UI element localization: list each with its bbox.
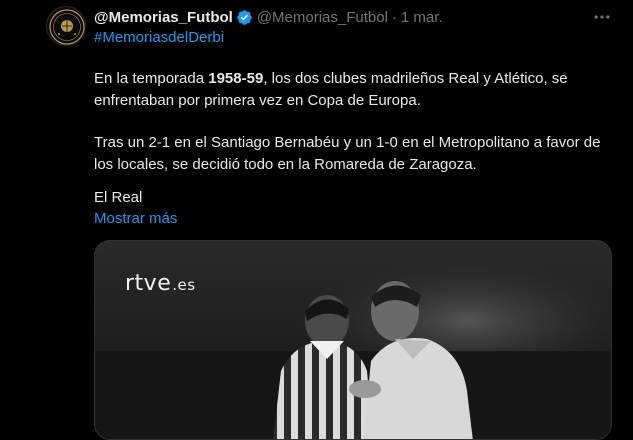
tweet-paragraph-3: El Real	[94, 189, 143, 206]
verified-badge-icon	[236, 9, 253, 26]
rtve-logo-main: rtve	[125, 271, 172, 296]
club-crest-icon	[49, 9, 85, 45]
tweet-date[interactable]: 1 mar.	[401, 9, 443, 26]
more-horizontal-icon[interactable]	[591, 6, 613, 28]
tweet[interactable]: @Memorias_Futbol @Memorias_Futbol · 1 ma…	[0, 0, 633, 440]
show-more-link[interactable]: Mostrar más	[94, 208, 177, 230]
video-thumbnail[interactable]: rtve.es	[94, 240, 612, 440]
p1-text-a: En la temporada	[94, 70, 209, 87]
rtve-logo-suffix: .es	[172, 276, 196, 294]
tweet-paragraph-2: Tras un 2-1 en el Santiago Bernabéu y un…	[94, 134, 601, 173]
hashtag-link[interactable]: #MemoriasdelDerbi	[94, 29, 224, 46]
rtve-logo: rtve.es	[125, 271, 196, 296]
separator-dot: ·	[391, 8, 397, 26]
p1-bold-season: 1958-59	[208, 70, 264, 87]
tweet-paragraph-1: En la temporada 1958-59, los dos clubes …	[94, 68, 614, 112]
tweet-header: @Memorias_Futbol @Memorias_Futbol · 1 ma…	[94, 7, 443, 27]
handle[interactable]: @Memorias_Futbol	[257, 9, 388, 26]
avatar[interactable]	[46, 6, 86, 46]
display-name[interactable]: @Memorias_Futbol	[94, 9, 233, 26]
